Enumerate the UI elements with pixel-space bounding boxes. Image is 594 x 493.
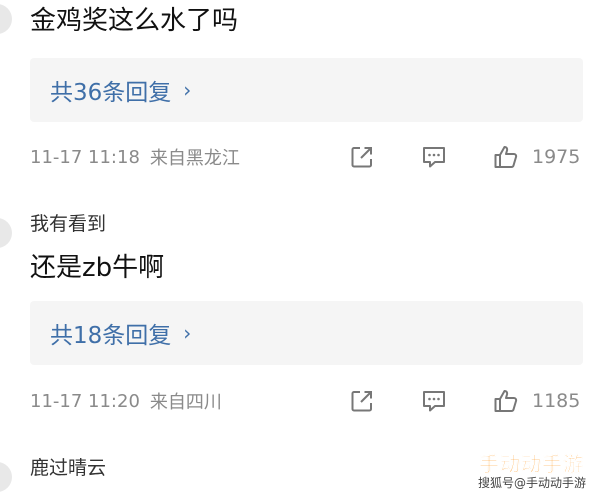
watermark-brand: 手动动手游 <box>479 452 584 477</box>
chevron-right-icon: › <box>183 78 192 102</box>
comment-thread: 金鸡奖这么水了吗 共36条回复 › 11-17 11:18 来自黑龙江 1975… <box>0 0 594 493</box>
comment-text: 还是zb牛啊 <box>30 253 165 283</box>
username[interactable]: 鹿过晴云 <box>30 457 106 479</box>
view-replies-button[interactable]: 共36条回复 › <box>30 58 583 122</box>
avatar[interactable] <box>0 218 12 248</box>
watermark: 手动动手游 搜狐号@手动动手游 <box>448 451 588 491</box>
reply-count-label: 共36条回复 <box>50 80 172 106</box>
share-icon[interactable] <box>348 387 376 415</box>
comment-text: 金鸡奖这么水了吗 <box>30 6 239 36</box>
comment-location: 来自四川 <box>149 392 222 413</box>
comment-actions: 1975 <box>348 142 580 172</box>
share-icon[interactable] <box>348 143 376 171</box>
thumbs-up-icon[interactable] <box>492 143 520 171</box>
comment-actions: 1185 <box>348 386 580 416</box>
like-count: 1185 <box>532 390 581 412</box>
comment-location: 来自黑龙江 <box>149 148 240 169</box>
reply-count-label: 共18条回复 <box>50 323 172 349</box>
comment-meta: 11-17 11:18 来自黑龙江 1975 <box>30 142 583 172</box>
watermark-source: 搜狐号@手动动手游 <box>477 474 586 491</box>
thumbs-up-icon[interactable] <box>492 387 520 415</box>
view-replies-button[interactable]: 共18条回复 › <box>30 301 583 365</box>
comment-time: 11-17 11:18 <box>30 146 140 168</box>
chevron-right-icon: › <box>183 321 192 345</box>
avatar[interactable] <box>0 4 12 34</box>
username[interactable]: 我有看到 <box>30 213 106 235</box>
comment-icon[interactable] <box>420 387 448 415</box>
comment-meta: 11-17 11:20 来自四川 1185 <box>30 386 583 416</box>
comment-icon[interactable] <box>420 143 448 171</box>
avatar[interactable] <box>0 462 12 492</box>
like-count: 1975 <box>532 146 581 168</box>
comment-time: 11-17 11:20 <box>30 390 140 412</box>
